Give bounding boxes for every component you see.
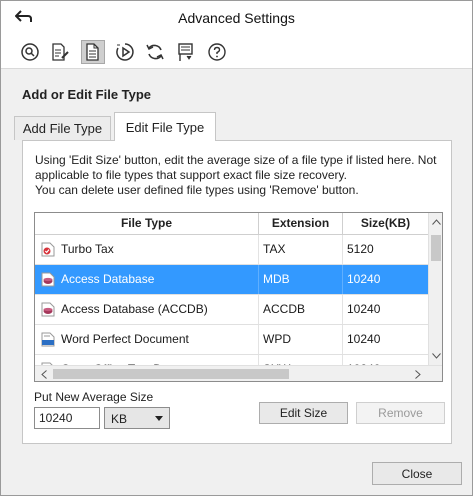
search-icon[interactable] bbox=[18, 40, 42, 64]
edit-size-button[interactable]: Edit Size bbox=[259, 402, 348, 424]
horizontal-scroll-thumb[interactable] bbox=[53, 369, 289, 379]
turbo-tax-file-icon bbox=[41, 242, 55, 257]
table-row[interactable]: Access Database MDB 10240 bbox=[35, 265, 428, 295]
wpd-file-icon bbox=[41, 332, 55, 347]
column-header-file-type[interactable]: File Type bbox=[35, 213, 259, 234]
database-file-icon bbox=[41, 272, 55, 287]
close-button[interactable]: Close bbox=[372, 462, 462, 485]
cell-file-type: Word Perfect Document bbox=[61, 325, 259, 354]
section-title: Add or Edit File Type bbox=[22, 87, 152, 102]
chevron-down-icon bbox=[155, 416, 163, 421]
refresh-icon[interactable] bbox=[143, 40, 167, 64]
table-row[interactable]: Access Database (ACCDB) ACCDB 10240 bbox=[35, 295, 428, 325]
cell-extension: ACCDB bbox=[259, 295, 343, 324]
cell-file-type: Turbo Tax bbox=[61, 235, 259, 264]
scroll-down-icon[interactable] bbox=[429, 349, 442, 363]
cell-size: 10240 bbox=[347, 272, 381, 286]
tab-edit-file-type[interactable]: Edit File Type bbox=[114, 112, 216, 141]
advanced-settings-window: Advanced Settings Add or Edit File Type … bbox=[0, 0, 473, 496]
cell-size: 5120 bbox=[347, 242, 374, 256]
database-file-icon bbox=[41, 302, 55, 317]
cell-size: 10240 bbox=[347, 332, 381, 346]
tab-add-file-type[interactable]: Add File Type bbox=[14, 116, 111, 140]
column-header-size[interactable]: Size(KB) bbox=[343, 213, 428, 234]
horizontal-scrollbar[interactable] bbox=[35, 365, 442, 381]
scroll-right-icon[interactable] bbox=[411, 367, 425, 381]
scroll-up-icon[interactable] bbox=[429, 215, 442, 229]
size-input[interactable] bbox=[34, 407, 100, 429]
document-list-icon[interactable] bbox=[81, 40, 105, 64]
cell-size: 10240 bbox=[347, 302, 381, 316]
flag-download-icon[interactable] bbox=[174, 40, 198, 64]
unit-value: KB bbox=[111, 412, 128, 426]
table-row[interactable]: Word Perfect Document WPD 10240 bbox=[35, 325, 428, 355]
info-text: Using 'Edit Size' button, edit the avera… bbox=[35, 153, 445, 198]
info-line: Using 'Edit Size' button, edit the avera… bbox=[35, 153, 437, 167]
help-icon[interactable] bbox=[205, 40, 229, 64]
scroll-left-icon[interactable] bbox=[37, 367, 51, 381]
info-line: You can delete user defined file types u… bbox=[35, 183, 359, 197]
play-icon[interactable] bbox=[113, 40, 137, 64]
file-type-table: File Type Extension Size(KB) Turbo Tax T… bbox=[34, 212, 443, 382]
edit-file-type-panel: Using 'Edit Size' button, edit the avera… bbox=[22, 140, 452, 444]
cell-extension: MDB bbox=[259, 265, 343, 294]
cell-file-type: Access Database bbox=[61, 265, 259, 294]
info-line: applicable to file types that support ex… bbox=[35, 168, 347, 182]
cell-file-type: Access Database (ACCDB) bbox=[61, 295, 259, 324]
vertical-scroll-thumb[interactable] bbox=[431, 235, 441, 261]
vertical-scrollbar[interactable] bbox=[428, 213, 442, 365]
toolbar bbox=[1, 33, 472, 69]
table-header: File Type Extension Size(KB) bbox=[35, 213, 428, 235]
cell-extension: TAX bbox=[259, 235, 343, 264]
window-title: Advanced Settings bbox=[178, 10, 295, 26]
column-header-extension[interactable]: Extension bbox=[259, 213, 343, 234]
new-size-label: Put New Average Size bbox=[34, 390, 154, 404]
edit-document-icon[interactable] bbox=[48, 40, 72, 64]
remove-button[interactable]: Remove bbox=[356, 402, 445, 424]
cell-extension: WPD bbox=[259, 325, 343, 354]
unit-dropdown[interactable]: KB bbox=[104, 407, 170, 429]
table-row[interactable]: Turbo Tax TAX 5120 bbox=[35, 235, 428, 265]
title-bar: Advanced Settings bbox=[1, 1, 472, 33]
